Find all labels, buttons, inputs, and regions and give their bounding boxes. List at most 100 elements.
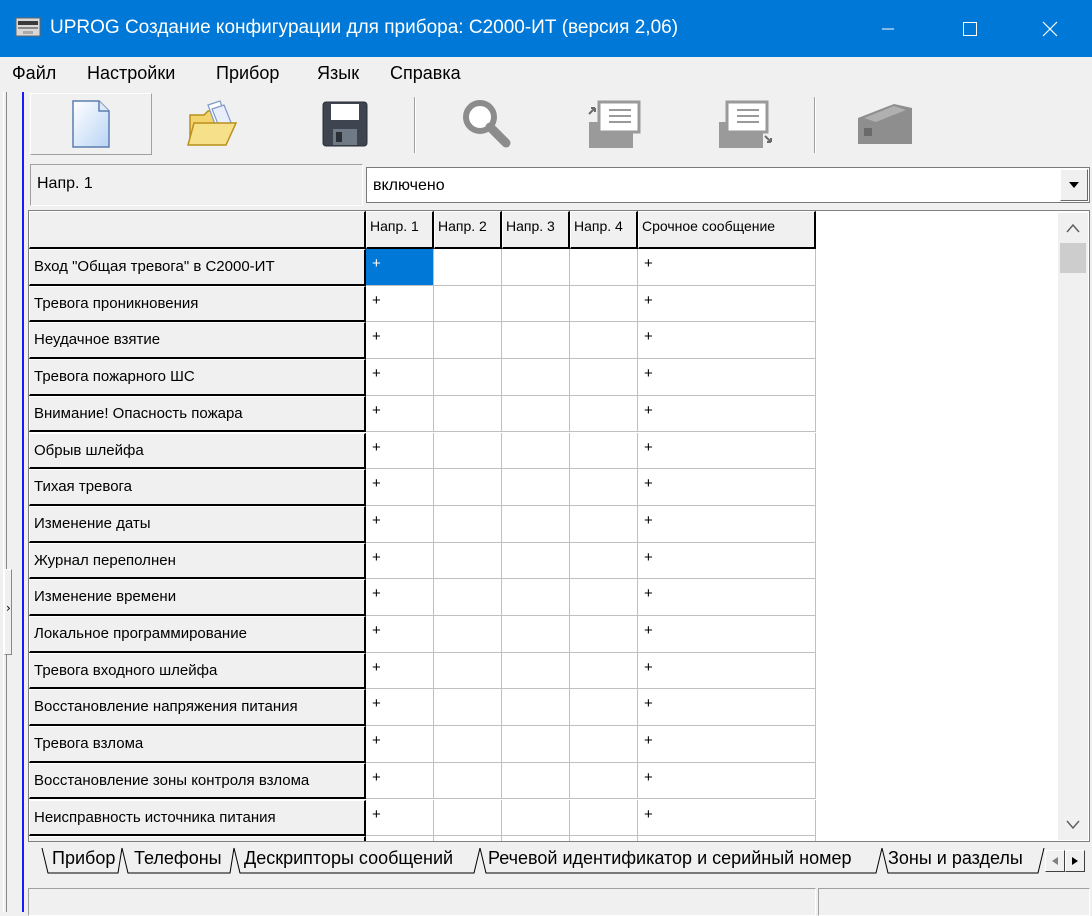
row-header[interactable]: Внимание! Опасность пожара: [29, 395, 366, 433]
grid-cell[interactable]: [434, 432, 502, 470]
tab-scroll-left-button[interactable]: [1045, 850, 1065, 872]
row-header[interactable]: Неудачное взятие: [29, 322, 366, 360]
row-header[interactable]: Неисправность источника питания: [29, 799, 366, 837]
grid-cell[interactable]: [570, 652, 638, 690]
grid-cell[interactable]: [434, 652, 502, 690]
grid-cell[interactable]: [502, 469, 570, 506]
grid-cell[interactable]: +: [366, 469, 434, 506]
grid-cell[interactable]: +: [638, 505, 816, 543]
grid-cell[interactable]: [570, 799, 638, 837]
scroll-thumb[interactable]: [1060, 243, 1086, 273]
selected-grid-cell[interactable]: +: [366, 249, 434, 286]
grid-cell[interactable]: [434, 579, 502, 616]
grid-cell[interactable]: +: [366, 799, 434, 837]
grid-cell[interactable]: [502, 799, 570, 837]
grid-cell[interactable]: +: [638, 652, 816, 690]
save-button[interactable]: [284, 93, 406, 155]
minimize-button[interactable]: [858, 0, 918, 57]
grid-cell[interactable]: [434, 762, 502, 800]
write-config-button[interactable]: [684, 93, 806, 155]
row-header[interactable]: Восстановление зоны контроля взлома: [29, 762, 366, 800]
grid-cell[interactable]: [570, 285, 638, 323]
grid-cell[interactable]: [502, 359, 570, 396]
grid-cell[interactable]: +: [366, 616, 434, 653]
grid-cell[interactable]: +: [638, 359, 816, 396]
close-button[interactable]: [1020, 0, 1080, 57]
grid-vertical-scrollbar[interactable]: [1058, 213, 1088, 840]
grid-cell[interactable]: [570, 762, 638, 800]
row-header[interactable]: Вход "Общая тревога" в С2000-ИТ: [29, 249, 366, 286]
open-button[interactable]: [152, 93, 274, 155]
search-button[interactable]: [426, 93, 548, 155]
grid-cell[interactable]: [502, 579, 570, 616]
grid-cell[interactable]: [502, 616, 570, 653]
row-header[interactable]: Восстановление напряжения питания: [29, 689, 366, 727]
row-header[interactable]: Тревога взлома: [29, 726, 366, 763]
grid-cell[interactable]: [502, 726, 570, 763]
row-header[interactable]: Изменение даты: [29, 505, 366, 543]
grid-cell[interactable]: +: [638, 542, 816, 580]
grid-cell[interactable]: [570, 579, 638, 616]
grid-cell[interactable]: +: [638, 322, 816, 360]
grid-cell[interactable]: +: [638, 285, 816, 323]
grid-cell[interactable]: +: [366, 689, 434, 727]
grid-cell[interactable]: +: [366, 579, 434, 616]
scroll-up-button[interactable]: [1058, 213, 1088, 243]
device-button[interactable]: [824, 93, 946, 155]
column-header[interactable]: Напр. 2: [434, 211, 502, 249]
grid-cell[interactable]: +: [366, 505, 434, 543]
grid-cell[interactable]: [502, 542, 570, 580]
grid-cell[interactable]: +: [366, 432, 434, 470]
new-button[interactable]: [30, 93, 152, 155]
grid-cell[interactable]: [434, 689, 502, 727]
row-header[interactable]: Обрыв шлейфа: [29, 432, 366, 470]
grid-cell[interactable]: +: [638, 249, 816, 286]
title-bar[interactable]: UPROG Создание конфигурации для прибора:…: [0, 0, 1092, 57]
grid-cell[interactable]: +: [366, 762, 434, 800]
grid-cell[interactable]: [570, 395, 638, 433]
row-header[interactable]: Тревога входного шлейфа: [29, 652, 366, 690]
grid-cell[interactable]: [502, 249, 570, 286]
menu-device[interactable]: Прибор: [216, 63, 279, 84]
grid-cell[interactable]: +: [638, 762, 816, 800]
grid-cell[interactable]: [502, 285, 570, 323]
grid-cell[interactable]: [502, 322, 570, 360]
grid-cell[interactable]: +: [638, 726, 816, 763]
row-header[interactable]: Тихая тревога: [29, 469, 366, 506]
grid-cell[interactable]: +: [366, 542, 434, 580]
grid-cell[interactable]: +: [366, 322, 434, 360]
grid-cell[interactable]: [434, 285, 502, 323]
grid-cell[interactable]: +: [366, 285, 434, 323]
grid-cell[interactable]: [570, 469, 638, 506]
grid-cell[interactable]: [434, 359, 502, 396]
grid-cell[interactable]: [502, 505, 570, 543]
tab-scroll-right-button[interactable]: [1065, 850, 1085, 872]
column-header[interactable]: Напр. 1: [366, 211, 434, 249]
tab-zones[interactable]: Зоны и разделы: [888, 848, 1023, 874]
column-header[interactable]: Напр. 3: [502, 211, 570, 249]
grid-cell[interactable]: [570, 249, 638, 286]
tab-message-descriptors[interactable]: Дескрипторы сообщений: [244, 848, 453, 874]
menu-file[interactable]: Файл: [12, 63, 56, 84]
grid-cell[interactable]: [570, 689, 638, 727]
column-header[interactable]: Напр. 4: [570, 211, 638, 249]
grid-cell[interactable]: [570, 616, 638, 653]
expand-arrow-icon[interactable]: ›: [6, 601, 11, 615]
grid-cell[interactable]: +: [638, 395, 816, 433]
maximize-button[interactable]: [940, 0, 1000, 57]
row-header[interactable]: Журнал переполнен: [29, 542, 366, 580]
grid-cell[interactable]: [434, 799, 502, 837]
grid-cell[interactable]: [502, 652, 570, 690]
row-header[interactable]: Локальное программирование: [29, 616, 366, 653]
grid-cell[interactable]: +: [638, 432, 816, 470]
grid-cell[interactable]: +: [638, 689, 816, 727]
grid-cell[interactable]: [434, 322, 502, 360]
tab-phones[interactable]: Телефоны: [134, 848, 222, 874]
grid-cell[interactable]: [502, 762, 570, 800]
grid-cell[interactable]: [434, 726, 502, 763]
scroll-down-button[interactable]: [1058, 810, 1088, 840]
row-header[interactable]: Тревога пожарного ШС: [29, 359, 366, 396]
column-header[interactable]: Срочное сообщение: [638, 211, 816, 249]
grid-cell[interactable]: [570, 322, 638, 360]
grid-cell[interactable]: +: [366, 359, 434, 396]
